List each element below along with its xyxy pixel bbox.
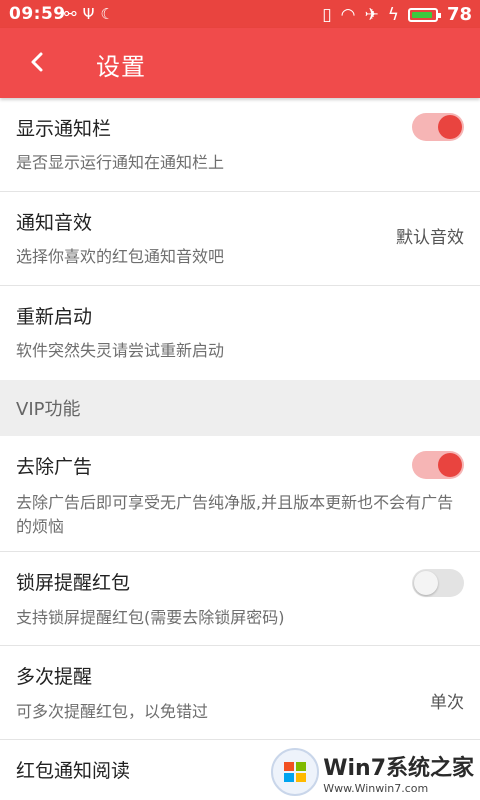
reminder-count-value: 单次 — [430, 693, 464, 713]
setting-restart[interactable]: 重新启动 软件突然失灵请尝试重新启动 — [0, 286, 480, 380]
back-button[interactable] — [24, 48, 52, 76]
page-title: 设置 — [96, 53, 146, 81]
lockscreen-toggle[interactable] — [412, 569, 464, 597]
moon-icon: ☾ — [100, 5, 114, 23]
section-label: VIP功能 — [16, 399, 81, 420]
notification-toggle[interactable] — [412, 113, 464, 141]
airplane-icon: ✈ — [364, 4, 379, 25]
setting-show-notification[interactable]: 显示通知栏 是否显示运行通知在通知栏上 — [0, 98, 480, 192]
status-icons-left: ⚯ Ψ ☾ — [64, 5, 114, 23]
setting-subtitle: 选择你喜欢的红包通知音效吧 — [16, 247, 225, 266]
wifi-icon: ◠ — [340, 4, 356, 25]
vibrate-icon: ▯ — [322, 4, 332, 25]
sound-value: 默认音效 — [396, 228, 464, 248]
status-bar: 09:59 ⚯ Ψ ☾ ▯ ◠ ✈ ϟ 78 — [0, 0, 480, 28]
setting-title: 通知音效 — [16, 212, 93, 234]
status-time: 09:59 — [9, 4, 66, 24]
app-bar: 设置 — [0, 28, 480, 98]
setting-lockscreen-reminder[interactable]: 锁屏提醒红包 支持锁屏提醒红包(需要去除锁屏密码) — [0, 552, 480, 646]
setting-notification-sound[interactable]: 通知音效 选择你喜欢的红包通知音效吧 默认音效 — [0, 192, 480, 286]
setting-title: 多次提醒 — [16, 666, 93, 688]
watermark: Win7系统之家 Www.Winwin7.com — [271, 748, 474, 796]
remove-ads-toggle[interactable] — [412, 451, 464, 479]
setting-subtitle: 可多次提醒红包，以免错过 — [16, 702, 209, 721]
setting-subtitle: 去除广告后即可享受无广告纯净版,并且版本更新也不会有广告的烦恼 — [16, 493, 454, 536]
usb-icon: Ψ — [82, 5, 95, 23]
status-icons-right: ▯ ◠ ✈ ϟ 78 — [322, 4, 472, 25]
chevron-left-icon — [31, 52, 43, 72]
setting-title: 红包通知阅读 — [16, 760, 131, 782]
setting-remove-ads[interactable]: 去除广告 去除广告后即可享受无广告纯净版,并且版本更新也不会有广告的烦恼 — [0, 436, 480, 552]
section-header-vip: VIP功能 — [0, 380, 480, 436]
setting-subtitle: 是否显示运行通知在通知栏上 — [16, 153, 225, 172]
share-icon: ⚯ — [64, 5, 77, 23]
watermark-url: Www.Winwin7.com — [323, 781, 429, 795]
setting-multiple-reminders[interactable]: 多次提醒 可多次提醒红包，以免错过 单次 — [0, 646, 480, 740]
setting-subtitle: 支持锁屏提醒红包(需要去除锁屏密码) — [16, 608, 285, 627]
battery-level: 78 — [446, 4, 472, 25]
setting-title: 锁屏提醒红包 — [16, 572, 131, 594]
windows-logo-icon — [271, 748, 320, 796]
setting-title: 去除广告 — [16, 456, 93, 478]
battery-icon — [407, 7, 441, 22]
setting-title: 重新启动 — [16, 306, 93, 328]
charging-icon: ϟ — [387, 4, 399, 25]
watermark-brand: Win7系统之家 — [323, 755, 474, 781]
setting-title: 显示通知栏 — [16, 118, 112, 140]
settings-list: 显示通知栏 是否显示运行通知在通知栏上 通知音效 选择你喜欢的红包通知音效吧 默… — [0, 98, 480, 800]
setting-subtitle: 软件突然失灵请尝试重新启动 — [16, 341, 225, 360]
